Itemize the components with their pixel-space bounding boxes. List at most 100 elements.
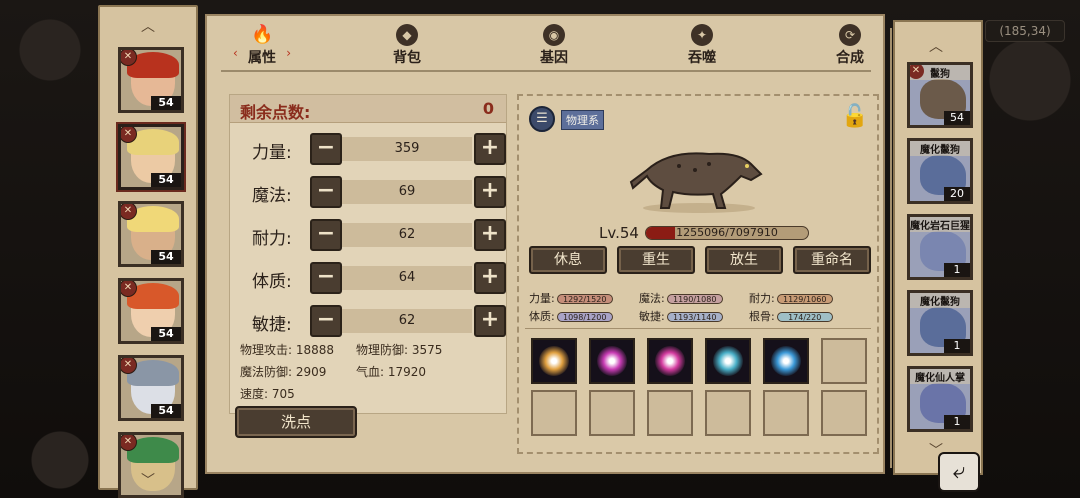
increase-button[interactable]: + <box>474 262 506 294</box>
empty-skill-slot[interactable] <box>821 390 867 436</box>
stat-name: 体质: <box>252 272 292 292</box>
pet-detail-panel: ☰ 物理系 🔓 Lv.54 1255096/7097910 休息 重生 放生 重命名 … <box>517 94 879 454</box>
rebirth-button[interactable]: 重生 <box>617 246 695 274</box>
empty-skill-slot[interactable] <box>531 390 577 436</box>
roster-scroll-up-icon[interactable]: ︿ <box>138 20 158 34</box>
decrease-button[interactable]: − <box>310 305 342 337</box>
pet-name: 魔化鬣狗 <box>910 293 970 308</box>
flame-icon: 🔥 <box>251 24 274 45</box>
magic-defense: 魔法防御: 2909 <box>240 365 327 379</box>
stat-name: 敏捷: <box>252 315 292 335</box>
stat-name: 力量: <box>252 143 292 163</box>
release-button[interactable]: 放生 <box>705 246 783 274</box>
pet-level: 1 <box>944 339 970 353</box>
pet-stat-value: 1190/1080 <box>666 294 723 304</box>
rename-button[interactable]: 重命名 <box>793 246 871 274</box>
tab-devour[interactable]: ✦ 吞噬 <box>667 22 737 68</box>
pet-scroll-up-icon[interactable]: ︿ <box>929 36 943 56</box>
roster-scroll-down-icon[interactable]: ﹀ <box>138 474 158 488</box>
empty-skill-slot[interactable] <box>705 390 751 436</box>
side-separator <box>890 28 892 468</box>
pet-health-text: 1255096/7097910 <box>676 226 778 239</box>
pet-stat-label: 体质: <box>529 310 555 323</box>
increase-button[interactable]: + <box>474 305 506 337</box>
stat-row: 魔法: −69 + <box>230 176 506 210</box>
decrease-button[interactable]: − <box>310 262 342 294</box>
stat-row: 敏捷: −62 + <box>230 305 506 339</box>
stat-value: 62 <box>342 223 472 247</box>
pet-stat-label: 力量: <box>529 292 555 305</box>
empty-skill-slot[interactable] <box>647 390 693 436</box>
pet-name: 魔化仙人掌 <box>910 369 970 384</box>
roster-portrait[interactable]: ✕ 54 <box>118 47 184 113</box>
remaining-points-value: 0 <box>482 99 494 118</box>
portrait-level: 54 <box>151 404 181 418</box>
increase-button[interactable]: + <box>474 133 506 165</box>
reset-points-button[interactable]: 洗点 <box>235 406 357 438</box>
remaining-points-label: 剩余点数: <box>240 103 311 122</box>
pet-stat-label: 敏捷: <box>639 310 665 323</box>
rest-button[interactable]: 休息 <box>529 246 607 274</box>
pet-stat-value: 1193/1140 <box>666 312 723 322</box>
character-roster[interactable]: ︿ ✕ 54 ✕ 54 ✕ 54 ✕ 54 ✕ 54 ✕ ﹀ <box>98 5 198 498</box>
roster-portrait[interactable]: ✕ 54 <box>118 124 184 190</box>
speed: 速度: 705 <box>240 387 295 401</box>
pet-level: 54 <box>944 111 970 125</box>
tab-compose[interactable]: ⟳ 合成 <box>815 22 885 68</box>
pet-slot[interactable]: 鬣狗 54 ✕ <box>907 62 973 128</box>
pet-stat-label: 根骨: <box>749 310 775 323</box>
roster-portrait[interactable]: ✕ 54 <box>118 278 184 344</box>
slot-badge-icon: ✕ <box>121 204 137 220</box>
skill-slot[interactable] <box>531 338 577 384</box>
pet-stat-value: 174/220 <box>776 312 833 322</box>
tab-gene[interactable]: ◉ 基因 <box>519 22 589 68</box>
skill-icon <box>771 346 801 376</box>
slot-badge-icon: ✕ <box>121 281 137 297</box>
pet-slot[interactable]: 魔化鬣狗 20 <box>907 138 973 204</box>
eye-icon: ◉ <box>543 24 565 46</box>
stat-row: 力量: −359 + <box>230 133 506 167</box>
tab-label: 合成 <box>836 50 864 66</box>
pet-list[interactable]: ︿ 鬣狗 54 ✕ 魔化鬣狗 20 魔化岩石巨猩 1 魔化鬣狗 1 魔化仙人掌 1 ﹀ <box>893 20 983 475</box>
backpack-icon: ◆ <box>396 24 418 46</box>
skill-icon <box>597 346 627 376</box>
return-button[interactable]: ⤶ <box>938 452 980 492</box>
increase-button[interactable]: + <box>474 219 506 251</box>
pet-health-bar: 1255096/7097910 <box>645 226 809 240</box>
skill-slot[interactable] <box>705 338 751 384</box>
pet-level: 1 <box>944 263 970 277</box>
tab-attributes[interactable]: ‹ 🔥 属性 › <box>227 22 297 68</box>
empty-skill-slot[interactable] <box>821 338 867 384</box>
skill-slot[interactable] <box>763 338 809 384</box>
empty-skill-slot[interactable] <box>763 390 809 436</box>
roster-portrait[interactable]: ✕ 54 <box>118 355 184 421</box>
pet-stat: 根骨: 174/220 <box>749 308 833 324</box>
portrait-level: 54 <box>151 96 181 110</box>
devour-icon: ✦ <box>691 24 713 46</box>
lock-icon[interactable]: 🔓 <box>841 104 868 134</box>
decrease-button[interactable]: − <box>310 219 342 251</box>
empty-skill-slot[interactable] <box>589 390 635 436</box>
pet-slot[interactable]: 魔化仙人掌 1 <box>907 366 973 432</box>
skill-slot[interactable] <box>589 338 635 384</box>
pet-stat-value: 1129/1060 <box>776 294 833 304</box>
stat-value: 69 <box>342 180 472 204</box>
tab-right-chevron-icon: › <box>286 46 291 60</box>
increase-button[interactable]: + <box>474 176 506 208</box>
pet-stat: 耐力: 1129/1060 <box>749 290 833 306</box>
pet-slot[interactable]: 魔化鬣狗 1 <box>907 290 973 356</box>
decrease-button[interactable]: − <box>310 176 342 208</box>
skill-slot[interactable] <box>647 338 693 384</box>
roster-portrait[interactable]: ✕ 54 <box>118 201 184 267</box>
physical-attack: 物理攻击: 18888 <box>240 343 335 357</box>
pet-stat: 体质: 1098/1200 <box>529 308 613 324</box>
list-icon[interactable]: ☰ <box>529 106 555 132</box>
tab-backpack[interactable]: ◆ 背包 <box>372 22 442 68</box>
slot-badge-icon: ✕ <box>121 50 137 66</box>
decrease-button[interactable]: − <box>310 133 342 165</box>
stat-name: 耐力: <box>252 229 292 249</box>
pet-slot[interactable]: 魔化岩石巨猩 1 <box>907 214 973 280</box>
stat-name: 魔法: <box>252 186 292 206</box>
slot-badge-icon: ✕ <box>121 435 137 451</box>
skill-icon <box>539 346 569 376</box>
